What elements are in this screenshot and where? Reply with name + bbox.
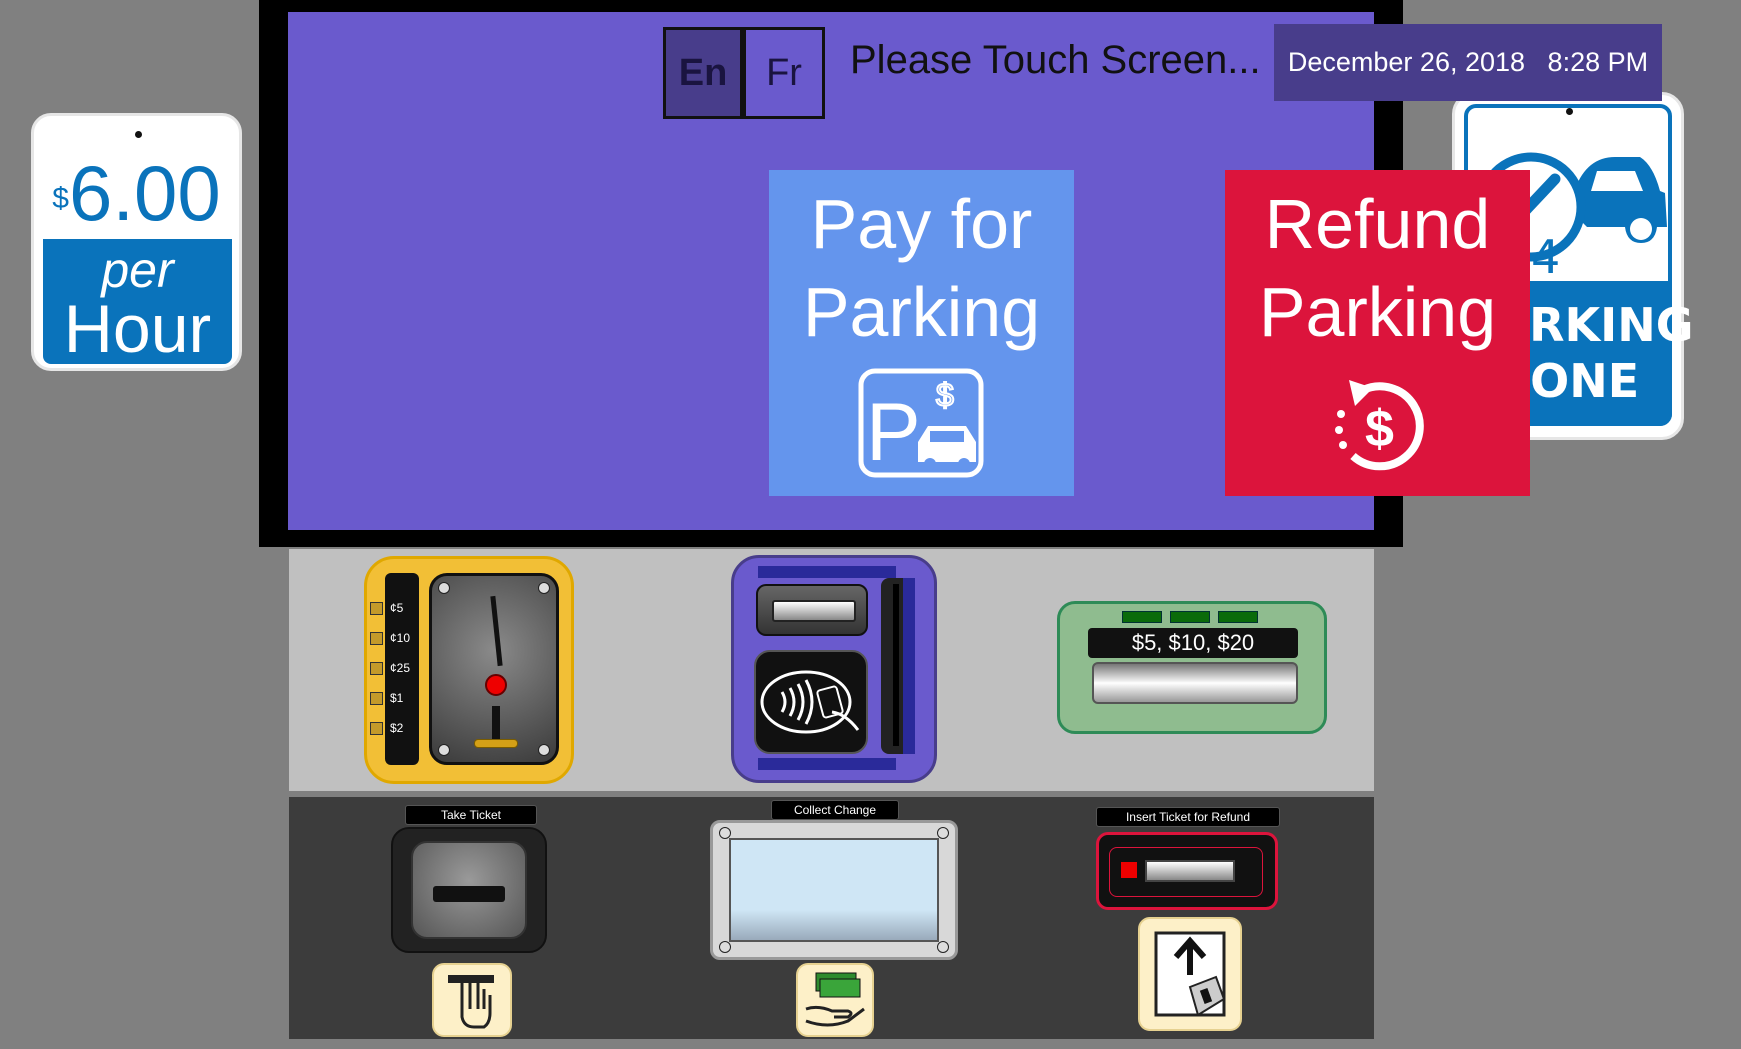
sign-mount-hole — [135, 131, 142, 138]
card-insert-slot[interactable] — [772, 600, 856, 622]
contactless-pad[interactable] — [754, 650, 868, 754]
insert-refund-label: Insert Ticket for Refund — [1096, 807, 1280, 827]
ticket-output-slot[interactable] — [433, 886, 505, 902]
coin-denomination: ¢10 — [370, 631, 430, 645]
ticket-dispenser-bezel — [411, 841, 527, 939]
collect-change-hand-icon — [796, 963, 874, 1037]
refund-ticket-slot[interactable] — [1096, 832, 1278, 910]
refund-button-label: Refund Parking — [1258, 185, 1497, 351]
bill-status-light — [1170, 611, 1210, 623]
card-reader[interactable] — [731, 555, 937, 783]
coin-slot-plate — [429, 573, 559, 765]
svg-text:$: $ — [936, 377, 954, 413]
coin-denomination: $2 — [370, 721, 430, 735]
touch-screen: En Fr Please Touch Screen... December 26… — [288, 12, 1662, 530]
rate-price: $6.00 — [52, 149, 221, 237]
rate-sign: $6.00 per Hour — [31, 113, 242, 371]
bill-denominations-label: $5, $10, $20 — [1088, 628, 1298, 658]
current-time: 8:28 PM — [1547, 47, 1649, 77]
refund-dollar-icon: $ — [1335, 380, 1424, 471]
card-reader-top-bar — [758, 566, 896, 578]
coin-lever-base — [474, 739, 518, 748]
coin-denomination: ¢25 — [370, 661, 430, 675]
language-fr-button[interactable]: Fr — [743, 27, 825, 119]
change-tray[interactable] — [710, 820, 958, 960]
refund-ticket-input[interactable] — [1145, 860, 1235, 882]
svg-text:$: $ — [1365, 400, 1394, 458]
refund-status-light — [1121, 862, 1137, 878]
rate-unit-band: per Hour — [43, 239, 232, 364]
swipe-groove — [893, 584, 899, 746]
touch-prompt: Please Touch Screen... — [850, 38, 1261, 82]
rate-unit-label: Hour — [63, 291, 212, 367]
bill-acceptor[interactable]: $5, $10, $20 — [1057, 601, 1327, 734]
coin-return-button[interactable] — [485, 674, 507, 696]
sign-mount-hole — [1566, 108, 1573, 115]
parking-payment-icon: P $ — [858, 368, 984, 478]
take-ticket-hand-icon — [432, 963, 512, 1037]
coin-denomination: $1 — [370, 691, 430, 705]
bill-slot[interactable] — [1092, 662, 1298, 704]
pay-for-parking-button[interactable]: Pay for Parking P $ — [769, 170, 1074, 496]
coin-denomination-strip: ¢5 ¢10 ¢25 $1 $2 — [370, 573, 419, 765]
insert-ticket-icon — [1138, 917, 1242, 1031]
change-tray-window — [729, 838, 939, 942]
bill-status-light — [1218, 611, 1258, 623]
card-insert-reader[interactable] — [756, 584, 868, 636]
coin-acceptor[interactable]: ¢5 ¢10 ¢25 $1 $2 — [364, 556, 574, 784]
current-date: December 26, 2018 — [1287, 47, 1526, 77]
language-en-button[interactable]: En — [663, 27, 743, 119]
rate-per-label: per — [101, 242, 174, 298]
collect-change-label: Collect Change — [771, 800, 899, 820]
date-time-display: December 26, 2018 8:28 PM — [1274, 24, 1662, 101]
swipe-side-strip — [903, 578, 915, 754]
ticket-dispenser[interactable] — [391, 827, 547, 953]
pay-button-label: Pay for Parking — [802, 185, 1041, 351]
contactless-payment-icon — [760, 670, 860, 734]
refund-parking-button[interactable]: Refund Parking $ — [1225, 170, 1530, 496]
svg-text:P: P — [866, 387, 921, 478]
coin-slot[interactable] — [490, 595, 503, 667]
card-swipe-slot[interactable] — [881, 578, 915, 754]
take-ticket-label: Take Ticket — [405, 805, 537, 825]
coin-denomination: ¢5 — [370, 601, 430, 615]
bill-status-light — [1122, 611, 1162, 623]
card-reader-bottom-bar — [758, 758, 896, 770]
